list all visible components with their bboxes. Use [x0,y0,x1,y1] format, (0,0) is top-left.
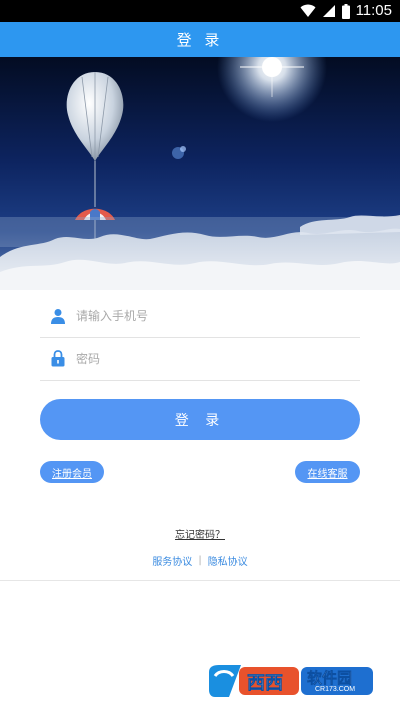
wifi-icon [300,4,316,17]
battery-icon [341,3,350,19]
agreements-row: 服务协议 | 隐私协议 [0,553,400,568]
privacy-policy-link[interactable]: 隐私协议 [208,553,248,568]
hero-image [0,57,400,290]
separator: | [198,555,202,566]
password-field [40,337,360,381]
status-bar: 11:05 [0,0,400,22]
status-icons: 11:05 [300,2,392,20]
watermark-domain: CR173.COM [315,686,356,693]
phone-field [40,294,360,338]
status-time: 11:05 [355,2,392,19]
page-title: 登 录 [176,31,224,49]
online-service-button[interactable]: 在线客服 [295,461,360,483]
phone-input[interactable] [76,308,360,323]
password-input[interactable] [76,351,360,366]
forgot-password-label[interactable]: 忘记密码？ [175,530,225,541]
watermark-brand: 西西 [247,673,284,695]
watermark-logo: 西西 软件园 CR173.COM [203,662,379,700]
watermark-name: 软件园 [307,669,353,688]
balloon-scene-image [0,57,400,290]
forgot-password-link: 忘记密码？ [0,526,400,541]
signal-icon [322,5,335,17]
lock-icon [40,337,76,380]
user-icon [40,294,76,337]
login-button[interactable]: 登 录 [40,399,360,440]
terms-of-service-link[interactable]: 服务协议 [152,553,192,568]
register-button[interactable]: 注册会员 [40,461,104,483]
title-bar: 登 录 [0,22,400,57]
watermark-badge-icon [203,662,379,700]
divider [0,580,400,581]
